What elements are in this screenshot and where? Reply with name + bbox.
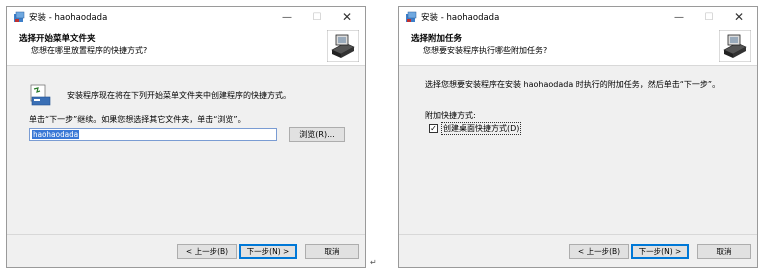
wizard-header: 选择开始菜单文件夹 您想在哪里放置程序的快捷方式? <box>7 27 365 66</box>
installer-app-icon <box>406 11 417 22</box>
window-title: 安装 - haohaodada <box>29 13 108 23</box>
intro-text: 选择您想要安装程序在安装 haohaodada 时执行的附加任务，然后单击“下一… <box>425 80 721 89</box>
title-bar: 安装 - haohaodada — ☐ ✕ <box>399 7 757 27</box>
minimize-button[interactable]: — <box>665 7 693 27</box>
installer-window-additional-tasks: 安装 - haohaodada — ☐ ✕ 选择附加任务 您想要安装程序执行哪些… <box>398 6 758 268</box>
wizard-header: 选择附加任务 您想要安装程序执行哪些附加任务? <box>399 27 757 66</box>
page-subtitle: 您想在哪里放置程序的快捷方式? <box>31 46 148 55</box>
minimize-button[interactable]: — <box>273 7 301 27</box>
wizard-footer: < 上一步(B) 下一步(N) > 取消 <box>399 234 757 267</box>
browse-button[interactable]: 浏览(R)... <box>289 127 345 142</box>
close-button[interactable]: ✕ <box>333 7 361 27</box>
desktop-shortcut-label[interactable]: 创建桌面快捷方式(D) <box>441 122 522 135</box>
page-subtitle: 您想要安装程序执行哪些附加任务? <box>423 46 548 55</box>
paragraph-mark: ↵ <box>370 258 377 267</box>
cancel-button[interactable]: 取消 <box>697 244 751 259</box>
checkbox-checked-icon[interactable]: ✓ <box>429 124 438 133</box>
page-title: 选择附加任务 <box>411 34 463 44</box>
continue-hint-text: 单击“下一步”继续。如果您想选择其它文件夹，单击“浏览”。 <box>29 115 246 124</box>
desktop-shortcut-option[interactable]: ✓ 创建桌面快捷方式(D) <box>429 122 522 135</box>
start-menu-folder-input[interactable]: haohaodada <box>29 128 277 141</box>
maximize-button[interactable]: ☐ <box>303 7 331 27</box>
window-title: 安装 - haohaodada <box>421 13 500 23</box>
installer-logo-icon <box>327 30 359 62</box>
installer-window-start-menu: 安装 - haohaodada — ☐ ✕ 选择开始菜单文件夹 您想在哪里放置程… <box>6 6 366 268</box>
installer-logo-icon <box>719 30 751 62</box>
wizard-content: 选择您想要安装程序在安装 haohaodada 时执行的附加任务，然后单击“下一… <box>399 66 757 236</box>
back-button[interactable]: < 上一步(B) <box>177 244 237 259</box>
next-button[interactable]: 下一步(N) > <box>239 244 297 259</box>
title-bar: 安装 - haohaodada — ☐ ✕ <box>7 7 365 27</box>
back-button[interactable]: < 上一步(B) <box>569 244 629 259</box>
cancel-button[interactable]: 取消 <box>305 244 359 259</box>
installer-app-icon <box>14 11 25 22</box>
intro-text: 安装程序现在将在下列开始菜单文件夹中创建程序的快捷方式。 <box>67 91 291 100</box>
next-button[interactable]: 下一步(N) > <box>631 244 689 259</box>
wizard-content: 安装程序现在将在下列开始菜单文件夹中创建程序的快捷方式。 单击“下一步”继续。如… <box>7 66 365 236</box>
page-title: 选择开始菜单文件夹 <box>19 34 96 44</box>
maximize-button[interactable]: ☐ <box>695 7 723 27</box>
wizard-footer: < 上一步(B) 下一步(N) > 取消 <box>7 234 365 267</box>
folder-input-value: haohaodada <box>32 130 80 139</box>
shortcut-group-label: 附加快捷方式: <box>425 111 476 120</box>
start-menu-folder-icon <box>30 84 51 106</box>
close-button[interactable]: ✕ <box>725 7 753 27</box>
